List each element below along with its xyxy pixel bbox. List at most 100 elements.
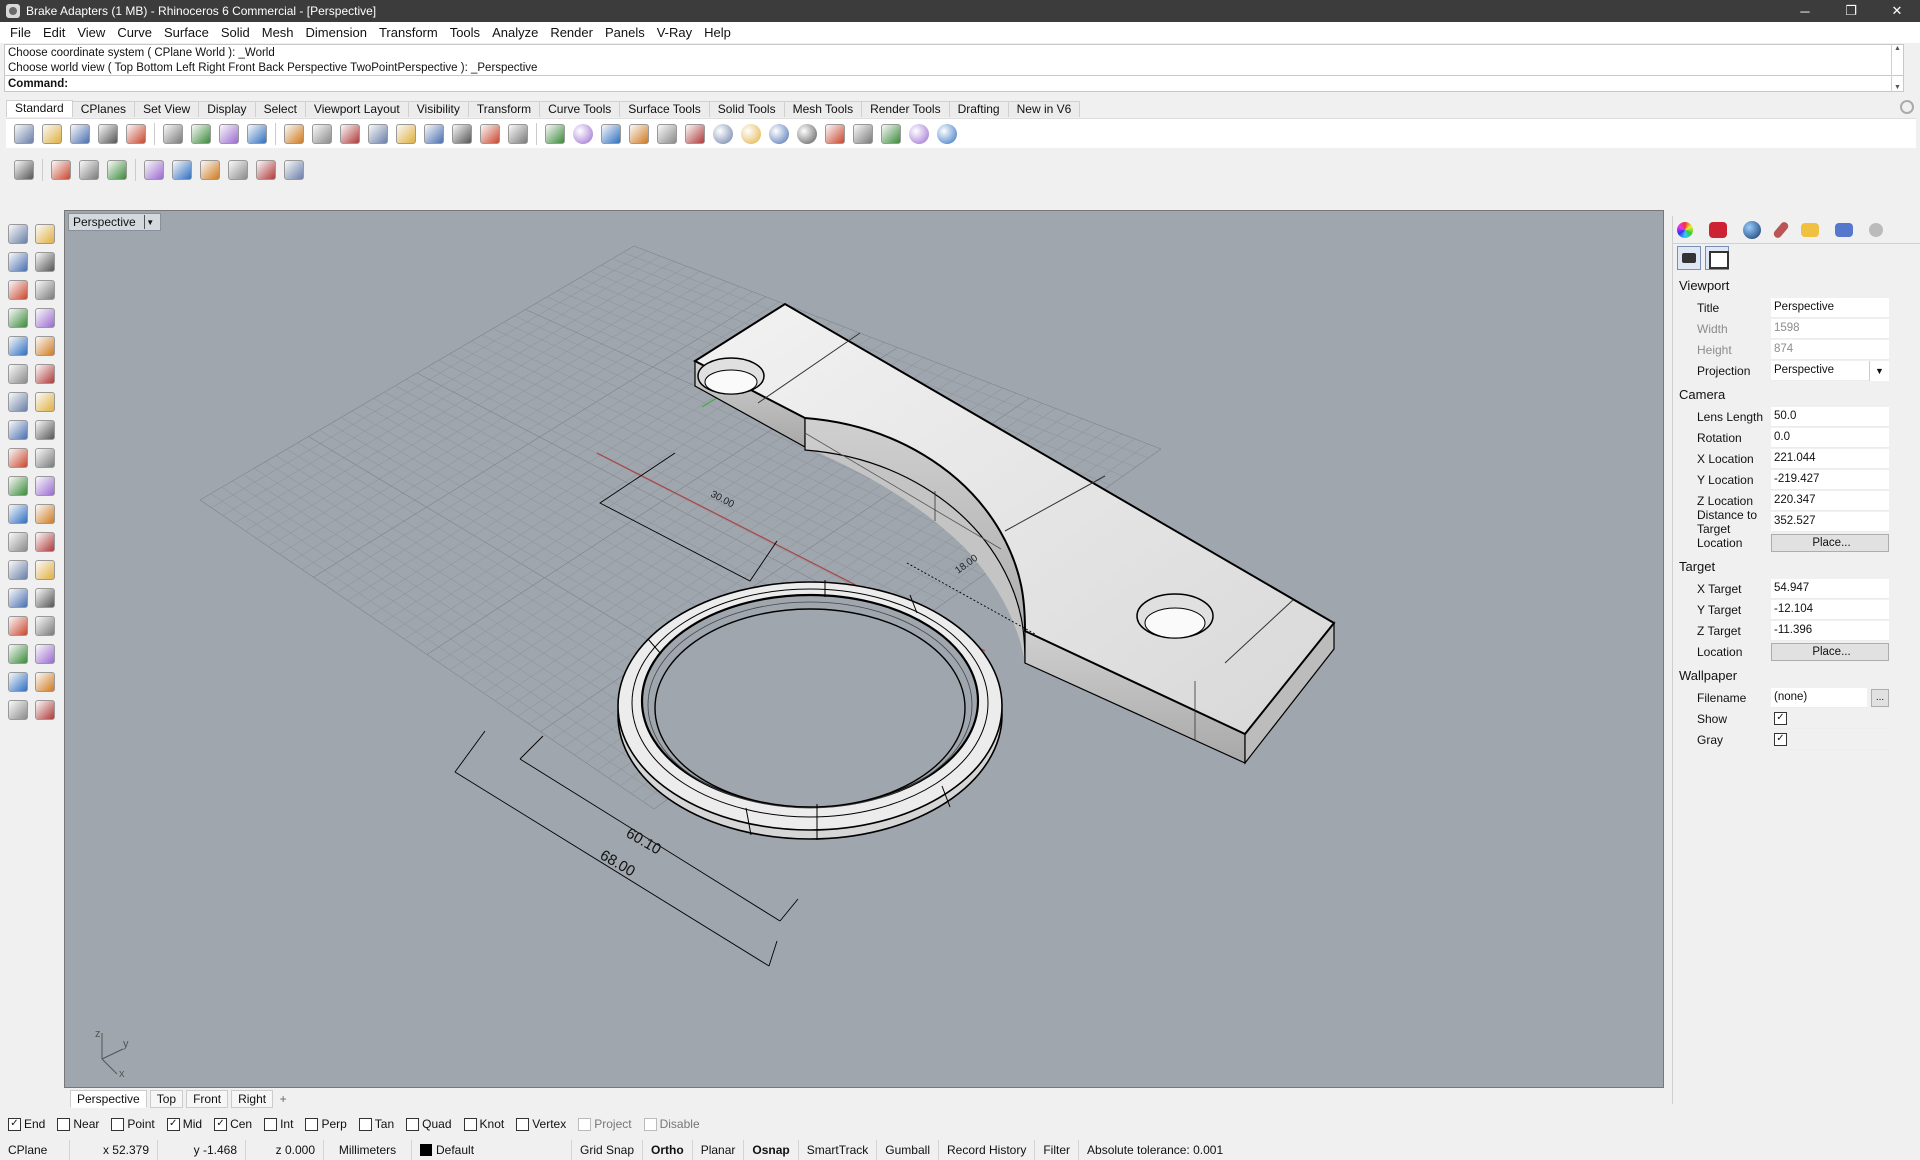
record-history-toggle[interactable]: Record History bbox=[939, 1140, 1036, 1160]
tab-viewport-layout[interactable]: Viewport Layout bbox=[304, 101, 409, 117]
place-button[interactable]: Place... bbox=[1771, 533, 1889, 552]
display-icon[interactable] bbox=[1835, 222, 1853, 237]
property-value-rotation[interactable]: 0.0 bbox=[1771, 427, 1889, 448]
tab-render-tools[interactable]: Render Tools bbox=[861, 101, 950, 117]
rotate-icon[interactable] bbox=[35, 588, 55, 608]
undo-icon[interactable] bbox=[247, 123, 267, 144]
current-layer[interactable]: Default bbox=[412, 1140, 572, 1160]
rendered-sphere-icon[interactable] bbox=[769, 123, 789, 144]
color-wheel-icon[interactable] bbox=[713, 123, 733, 144]
osnap-icon[interactable] bbox=[601, 123, 621, 144]
checkbox-point[interactable] bbox=[111, 1117, 125, 1131]
menu-v-ray[interactable]: V-Ray bbox=[651, 22, 698, 43]
flag-icon[interactable] bbox=[825, 123, 845, 144]
surface-corner-icon[interactable] bbox=[8, 364, 28, 384]
tab-solid-tools[interactable]: Solid Tools bbox=[708, 101, 785, 117]
helmet-icon[interactable] bbox=[144, 160, 164, 180]
split-icon[interactable] bbox=[35, 476, 55, 496]
osnap-perp[interactable]: Perp bbox=[305, 1117, 347, 1131]
polygon-icon[interactable] bbox=[8, 308, 28, 328]
material-icon[interactable] bbox=[1743, 220, 1761, 239]
color-wheel-icon[interactable] bbox=[1677, 221, 1693, 238]
car-icon[interactable] bbox=[508, 123, 528, 144]
osnap-near[interactable]: Near bbox=[57, 1117, 99, 1131]
checkbox-cen[interactable]: ✓ bbox=[214, 1117, 228, 1131]
menu-panels[interactable]: Panels bbox=[599, 22, 651, 43]
analyze-icon[interactable] bbox=[8, 672, 28, 692]
sphere-solid-icon[interactable] bbox=[35, 392, 55, 412]
checkbox-end[interactable]: ✓ bbox=[8, 1117, 21, 1131]
property-value-distance-to-target[interactable]: 352.527 bbox=[1771, 511, 1889, 532]
add-viewport-tab-icon[interactable]: + bbox=[276, 1092, 290, 1106]
restore-button[interactable]: ❐ bbox=[1828, 0, 1874, 22]
box-outline-icon[interactable] bbox=[172, 160, 192, 180]
viewport-tab-right[interactable]: Right bbox=[231, 1090, 274, 1108]
checkbox-mid[interactable]: ✓ bbox=[166, 1117, 180, 1131]
checkbox-knot[interactable] bbox=[463, 1117, 477, 1131]
save-icon[interactable] bbox=[70, 123, 90, 144]
measure-icon[interactable] bbox=[35, 616, 55, 636]
osnap-disable[interactable]: Disable bbox=[643, 1117, 700, 1131]
loft-icon[interactable] bbox=[35, 364, 55, 384]
bulb-icon[interactable] bbox=[629, 123, 649, 144]
property-value-z-location[interactable]: 220.347 bbox=[1771, 490, 1889, 511]
offset-icon[interactable] bbox=[8, 532, 28, 552]
wire-car-icon[interactable] bbox=[545, 123, 565, 144]
zoom-icon[interactable] bbox=[340, 123, 360, 144]
tab-cplanes[interactable]: CPlanes bbox=[71, 101, 136, 117]
ring-part[interactable] bbox=[617, 580, 1003, 840]
osnap-vertex[interactable]: Vertex bbox=[516, 1117, 566, 1131]
tab-display[interactable]: Display bbox=[198, 101, 256, 117]
osnap-toggle[interactable]: Osnap bbox=[744, 1140, 799, 1160]
menu-analyze[interactable]: Analyze bbox=[486, 22, 544, 43]
checkmark-icon[interactable] bbox=[35, 672, 55, 692]
command-scrollbar[interactable]: ▲ ▼ bbox=[1891, 45, 1903, 91]
checkbox-near[interactable] bbox=[57, 1117, 71, 1131]
import-icon[interactable] bbox=[126, 123, 146, 144]
osnap-tan[interactable]: Tan bbox=[358, 1117, 394, 1131]
chevron-down-icon[interactable]: ▼ bbox=[1869, 360, 1889, 381]
minimize-button[interactable]: ─ bbox=[1782, 0, 1828, 22]
grid-snap-toggle[interactable]: Grid Snap bbox=[572, 1140, 644, 1160]
block-icon[interactable] bbox=[35, 644, 55, 664]
close-button[interactable]: ✕ bbox=[1874, 0, 1920, 22]
osnap-end[interactable]: ✓ End bbox=[8, 1117, 45, 1131]
zoom-selected-icon[interactable] bbox=[424, 123, 444, 144]
osnap-int[interactable]: Int bbox=[264, 1117, 293, 1131]
gear-icon[interactable] bbox=[1900, 100, 1914, 114]
check-icon[interactable] bbox=[14, 160, 34, 180]
shaded-sphere-icon[interactable] bbox=[741, 123, 761, 144]
tab-new-in-v6[interactable]: New in V6 bbox=[1007, 101, 1081, 117]
tab-visibility[interactable]: Visibility bbox=[407, 101, 469, 117]
menu-file[interactable]: File bbox=[4, 22, 37, 43]
planar-toggle[interactable]: Planar bbox=[693, 1140, 745, 1160]
gear-icon[interactable] bbox=[1869, 222, 1883, 237]
blue-sphere-icon[interactable] bbox=[797, 123, 817, 144]
shield-icon[interactable] bbox=[685, 123, 705, 144]
property-value-z-target[interactable]: -11.396 bbox=[1771, 620, 1889, 641]
camera-icon[interactable] bbox=[1677, 246, 1701, 270]
ellipse-icon[interactable] bbox=[35, 280, 55, 300]
osnap-mid[interactable]: ✓ Mid bbox=[166, 1117, 202, 1131]
tab-drafting[interactable]: Drafting bbox=[948, 101, 1009, 117]
menu-transform[interactable]: Transform bbox=[373, 22, 444, 43]
viewport-frame-icon[interactable] bbox=[1705, 246, 1729, 270]
zoom-window-icon[interactable] bbox=[368, 123, 388, 144]
layers-icon[interactable] bbox=[1709, 221, 1727, 238]
array-icon[interactable] bbox=[8, 588, 28, 608]
viewport-tab-front[interactable]: Front bbox=[186, 1090, 229, 1108]
cylinder-icon[interactable] bbox=[8, 420, 28, 440]
gumball-toggle[interactable]: Gumball bbox=[877, 1140, 939, 1160]
viewport-title-tab[interactable]: Perspective ▼ bbox=[68, 213, 161, 231]
print-icon[interactable] bbox=[98, 123, 118, 144]
checkbox-project[interactable] bbox=[578, 1117, 592, 1131]
lights-icon[interactable] bbox=[35, 700, 55, 720]
menu-edit[interactable]: Edit bbox=[37, 22, 71, 43]
checkbox-disable[interactable] bbox=[643, 1117, 657, 1131]
move-view-icon[interactable] bbox=[312, 123, 332, 144]
circle-icon[interactable] bbox=[8, 280, 28, 300]
grid-array-icon[interactable] bbox=[8, 644, 28, 664]
four-views-icon[interactable] bbox=[480, 123, 500, 144]
point-icon[interactable] bbox=[35, 224, 55, 244]
checkbox-vertex[interactable] bbox=[516, 1117, 530, 1131]
